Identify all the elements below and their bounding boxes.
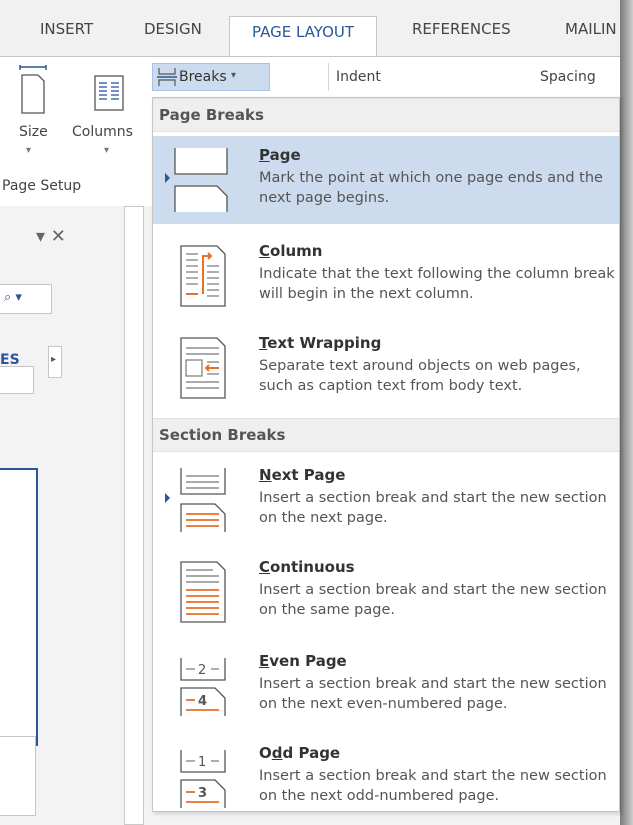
size-button[interactable]: Size (19, 124, 48, 140)
menu-item-title: Column (259, 242, 323, 260)
menu-item-title: Even Page (259, 652, 347, 670)
size-dropdown-arrow-icon[interactable]: ▾ (26, 145, 31, 156)
continuous-section-icon (180, 561, 226, 623)
odd-icon-number-top: 1 (198, 755, 206, 770)
column-break-icon (180, 245, 226, 307)
breaks-menu: Page Breaks Page Mark the point at which… (152, 97, 620, 812)
menu-item-odd-page[interactable]: 1 3 Odd Page Insert a section break and … (153, 734, 619, 822)
close-icon[interactable]: ▾ ✕ (36, 226, 66, 247)
tab-insert[interactable]: INSERT (40, 20, 93, 38)
breaks-label: Breaks (179, 69, 227, 85)
menu-item-description: Insert a section break and start the new… (259, 676, 607, 712)
nav-input[interactable] (0, 366, 34, 394)
nav-tab-scroll-button[interactable]: ▸ (48, 346, 62, 378)
document-page (124, 206, 144, 825)
columns-dropdown-arrow-icon[interactable]: ▾ (104, 145, 109, 156)
page-thumbnail[interactable] (0, 468, 38, 746)
menu-item-description: Insert a section break and start the new… (259, 768, 607, 804)
breaks-button[interactable]: Breaks ▾ (152, 63, 270, 91)
tab-references[interactable]: REFERENCES (412, 20, 511, 38)
menu-item-description: Mark the point at which one page ends an… (259, 170, 603, 206)
menu-item-title: Page (259, 146, 301, 164)
menu-item-description: Insert a section break and start the new… (259, 490, 607, 526)
page-thumbnail-2[interactable] (0, 736, 36, 816)
selection-arrow-icon (165, 493, 170, 503)
menu-item-page[interactable]: Page Mark the point at which one page en… (153, 136, 619, 224)
indent-label: Indent (336, 69, 381, 85)
columns-button[interactable]: Columns (72, 124, 133, 140)
tab-mailings[interactable]: MAILIN (565, 20, 617, 38)
even-icon-number-bottom: 4 (198, 694, 207, 709)
menu-item-title: Next Page (259, 466, 346, 484)
selection-arrow-icon (165, 173, 170, 183)
chevron-right-icon: ▸ (51, 354, 57, 365)
chevron-down-icon: ▾ (231, 70, 237, 81)
page-setup-group-label: Page Setup (2, 178, 82, 194)
even-icon-number-top: 2 (198, 663, 206, 678)
size-icon[interactable] (18, 65, 48, 115)
spacing-label: Spacing (540, 69, 596, 85)
section-breaks-header: Section Breaks (153, 418, 619, 452)
page-breaks-header: Page Breaks (153, 98, 619, 132)
menu-item-description: Insert a section break and start the new… (259, 582, 607, 618)
tab-page-layout[interactable]: PAGE LAYOUT (229, 16, 378, 57)
menu-item-description: Separate text around objects on web page… (259, 358, 581, 394)
next-page-section-icon (180, 468, 226, 532)
window-edge (620, 0, 633, 825)
menu-item-even-page[interactable]: 2 4 Even Page Insert a section break and… (153, 642, 619, 730)
page-break-icon (174, 148, 228, 212)
menu-item-title: Odd Page (259, 744, 341, 762)
odd-page-section-icon: 1 3 (180, 750, 226, 808)
columns-icon[interactable] (94, 75, 124, 111)
tab-design[interactable]: DESIGN (144, 20, 202, 38)
search-icon: ⌕ ▾ (4, 290, 22, 305)
menu-item-text-wrapping[interactable]: Text Wrapping Separate text around objec… (153, 324, 619, 412)
menu-item-title: Text Wrapping (259, 334, 382, 352)
menu-item-next-page[interactable]: Next Page Insert a section break and sta… (153, 456, 619, 544)
ribbon-tab-bar: INSERT DESIGN PAGE LAYOUT REFERENCES MAI… (0, 0, 620, 57)
menu-item-title: Continuous (259, 558, 355, 576)
odd-icon-number-bottom: 3 (198, 786, 207, 801)
search-box[interactable]: ⌕ ▾ (0, 284, 52, 314)
menu-item-continuous[interactable]: Continuous Insert a section break and st… (153, 548, 619, 636)
menu-item-description: Indicate that the text following the col… (259, 266, 615, 302)
menu-item-column[interactable]: Column Indicate that the text following … (153, 232, 619, 320)
breaks-icon (157, 68, 177, 86)
text-wrapping-break-icon (180, 337, 226, 399)
even-page-section-icon: 2 4 (180, 658, 226, 716)
